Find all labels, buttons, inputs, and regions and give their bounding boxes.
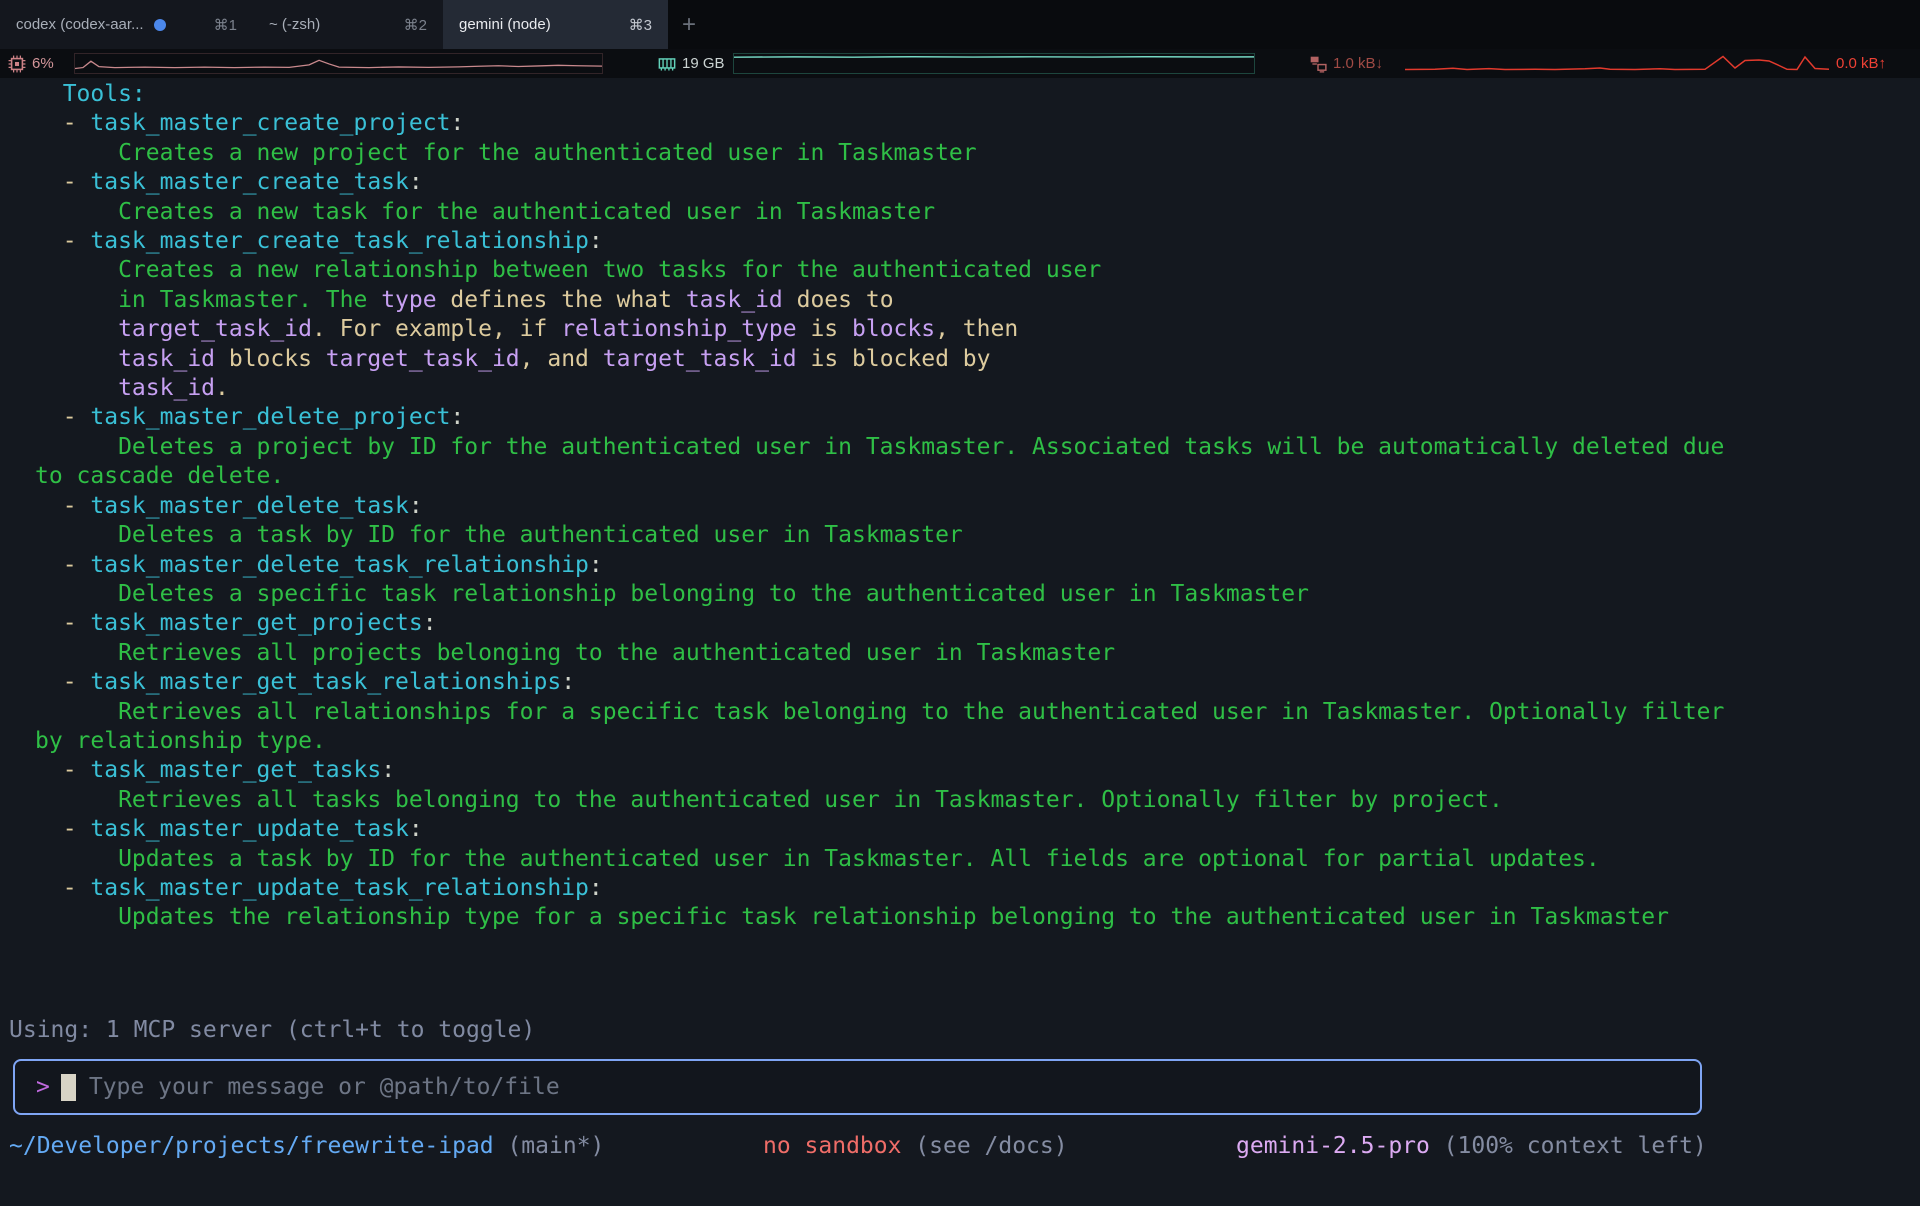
terminal-line: Updates the relationship type for a spec… bbox=[35, 903, 1724, 932]
network-status: 1.0 kB↓ bbox=[1309, 49, 1383, 78]
terminal-line: Retrieves all tasks belonging to the aut… bbox=[35, 786, 1724, 815]
activity-dot-icon bbox=[154, 19, 166, 31]
terminal-line: Deletes a task by ID for the authenticat… bbox=[35, 521, 1724, 550]
new-tab-button[interactable]: + bbox=[668, 0, 710, 49]
sandbox-status: no sandbox (see /docs) bbox=[763, 1132, 1068, 1161]
network-sparkline bbox=[1405, 53, 1829, 74]
network-usage-graph bbox=[1405, 53, 1829, 74]
cpu-usage-graph bbox=[74, 53, 603, 74]
tab-label: ~ (-zsh) bbox=[269, 16, 320, 33]
memory-status: 19 GB bbox=[658, 49, 725, 78]
terminal-line: Retrieves all projects belonging to the … bbox=[35, 639, 1724, 668]
network-download-value: 1.0 kB↓ bbox=[1333, 55, 1383, 72]
status-bar: 6% 19 GB 1.0 kB↓ bbox=[0, 49, 1920, 78]
terminal-line: - task_master_create_project: bbox=[35, 109, 1724, 138]
terminal-line: Updates a task by ID for the authenticat… bbox=[35, 845, 1724, 874]
tab-shortcut: ⌘3 bbox=[629, 16, 652, 34]
git-branch: (main*) bbox=[507, 1132, 604, 1161]
cpu-status: 6% bbox=[8, 49, 54, 78]
sandbox-docs-hint: (see /docs) bbox=[915, 1132, 1067, 1161]
terminal-line: - task_master_delete_project: bbox=[35, 403, 1724, 432]
terminal-line: by relationship type. bbox=[35, 727, 1724, 756]
terminal-line: - task_master_create_task: bbox=[35, 168, 1724, 197]
terminal-line: - task_master_create_task_relationship: bbox=[35, 227, 1724, 256]
terminal-line: - task_master_get_tasks: bbox=[35, 756, 1724, 785]
terminal-line: to cascade delete. bbox=[35, 462, 1724, 491]
terminal-line: target_task_id. For example, if relation… bbox=[35, 315, 1724, 344]
plus-icon: + bbox=[682, 11, 696, 39]
tab-codex[interactable]: codex (codex-aar... ⌘1 bbox=[0, 0, 253, 49]
network-upload: 0.0 kB↑ bbox=[1836, 49, 1886, 78]
terminal-line: Creates a new relationship between two t… bbox=[35, 256, 1724, 285]
memory-usage-graph bbox=[733, 53, 1255, 74]
footer-status-bar: ~/Developer/projects/freewrite-ipad (mai… bbox=[0, 1132, 1920, 1161]
context-remaining: (100% context left) bbox=[1444, 1132, 1707, 1161]
terminal-line: - task_master_get_projects: bbox=[35, 609, 1724, 638]
input-placeholder: Type your message or @path/to/file bbox=[89, 1074, 560, 1100]
text-cursor bbox=[61, 1074, 76, 1101]
message-input[interactable]: > Type your message or @path/to/file bbox=[13, 1059, 1702, 1115]
cpu-chip-icon bbox=[8, 55, 26, 73]
terminal-line: Tools: bbox=[35, 80, 1724, 109]
tab-bar-empty-space bbox=[710, 0, 1920, 49]
tab-gemini-active[interactable]: gemini (node) ⌘3 bbox=[443, 0, 668, 49]
cwd-path: ~/Developer/projects/freewrite-ipad bbox=[9, 1132, 494, 1161]
tab-zsh[interactable]: ~ (-zsh) ⌘2 bbox=[253, 0, 443, 49]
tab-shortcut: ⌘2 bbox=[404, 16, 427, 34]
terminal-line: - task_master_delete_task: bbox=[35, 492, 1724, 521]
terminal-output: Tools: - task_master_create_project: Cre… bbox=[35, 80, 1724, 933]
terminal-line: Retrieves all relationships for a specif… bbox=[35, 698, 1724, 727]
mcp-server-status: Using: 1 MCP server (ctrl+t to toggle) bbox=[9, 1016, 535, 1045]
terminal-line: - task_master_get_task_relationships: bbox=[35, 668, 1724, 697]
memory-usage-value: 19 GB bbox=[682, 55, 725, 72]
terminal-line: in Taskmaster. The type defines the what… bbox=[35, 286, 1724, 315]
cpu-usage-value: 6% bbox=[32, 55, 54, 72]
tab-label: gemini (node) bbox=[459, 16, 551, 33]
model-status: gemini-2.5-pro (100% context left) bbox=[1236, 1132, 1707, 1161]
tab-label: codex (codex-aar... bbox=[16, 16, 144, 33]
terminal-line: - task_master_update_task: bbox=[35, 815, 1724, 844]
terminal-line: - task_master_update_task_relationship: bbox=[35, 874, 1724, 903]
tab-bar: codex (codex-aar... ⌘1 ~ (-zsh) ⌘2 gemin… bbox=[0, 0, 1920, 49]
terminal-line: task_id. bbox=[35, 374, 1724, 403]
working-directory: ~/Developer/projects/freewrite-ipad (mai… bbox=[9, 1132, 604, 1161]
terminal-line: Deletes a specific task relationship bel… bbox=[35, 580, 1724, 609]
memory-sparkline bbox=[734, 54, 1254, 73]
cpu-sparkline bbox=[75, 54, 602, 73]
tab-shortcut: ⌘1 bbox=[214, 16, 237, 34]
sandbox-warning: no sandbox bbox=[763, 1132, 901, 1161]
terminal-line: task_id blocks target_task_id, and targe… bbox=[35, 345, 1724, 374]
terminal-line: Creates a new project for the authentica… bbox=[35, 139, 1724, 168]
memory-ram-icon bbox=[658, 55, 676, 73]
terminal-line: Deletes a project by ID for the authenti… bbox=[35, 433, 1724, 462]
terminal-line: Creates a new task for the authenticated… bbox=[35, 198, 1724, 227]
network-upload-value: 0.0 kB↑ bbox=[1836, 55, 1886, 72]
network-hosts-icon bbox=[1309, 55, 1327, 73]
prompt-symbol: > bbox=[36, 1074, 50, 1100]
terminal-line: - task_master_delete_task_relationship: bbox=[35, 551, 1724, 580]
model-name: gemini-2.5-pro bbox=[1236, 1132, 1430, 1161]
